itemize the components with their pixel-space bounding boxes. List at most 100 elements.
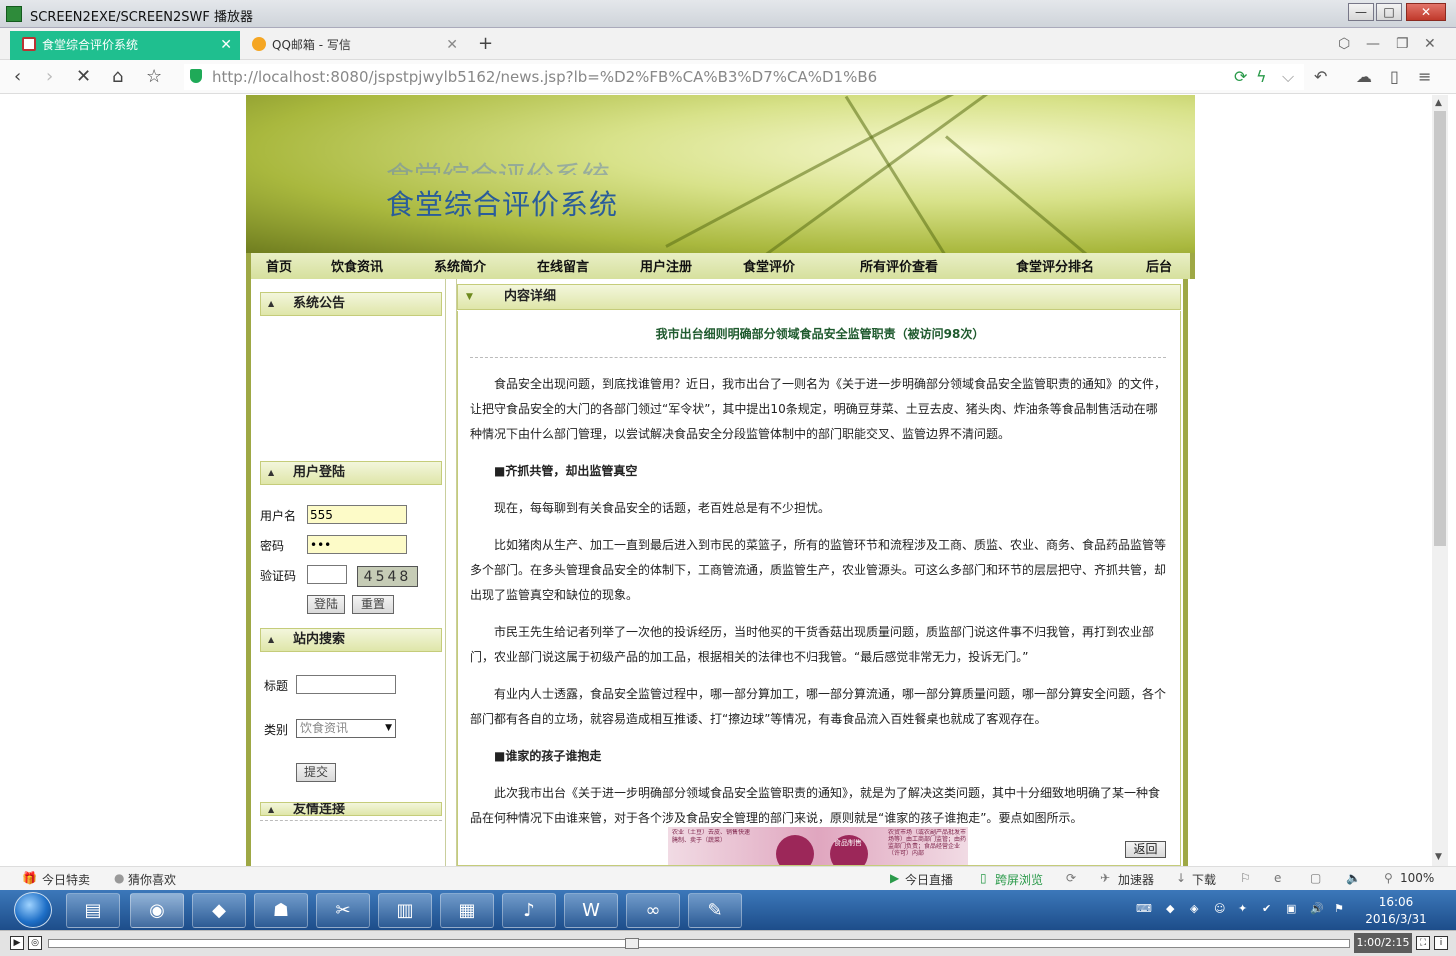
minimize-button[interactable]: — [1348, 3, 1374, 21]
menu-canteen-review[interactable]: 食堂评价 [743, 256, 795, 275]
tab-close-icon[interactable]: ✕ [446, 31, 458, 59]
skin-icon[interactable]: ⬡ [1338, 36, 1350, 52]
action-center-flag-icon[interactable]: ⚑ [1334, 902, 1344, 915]
menu-ranking[interactable]: 食堂评分排名 [1016, 256, 1094, 275]
status-live[interactable]: 今日直播 [905, 871, 953, 888]
search-title-input[interactable] [296, 675, 396, 694]
url-dropdown-icon[interactable]: ⌵ [1282, 67, 1294, 87]
taskbar-explorer-icon[interactable]: ▤ [66, 893, 120, 928]
taskbar-toolbox-icon[interactable]: ▥ [378, 893, 432, 928]
phone-icon[interactable]: ▯ [1390, 67, 1399, 86]
start-button[interactable] [14, 892, 52, 928]
tray-shield-icon[interactable]: ◈ [1190, 902, 1198, 915]
figure-label: 农业（土豆）去皮、销售快速腌制、卖于（蔬菜） [672, 829, 751, 844]
taskbar-server-icon[interactable]: ▦ [440, 893, 494, 928]
captcha-image[interactable]: 4548 [357, 566, 418, 587]
tab-label: QQ邮箱 - 写信 [272, 38, 351, 52]
browser-close-icon[interactable]: ✕ [1424, 36, 1436, 52]
windows-taskbar: ▤ ◉ ◆ ☗ ✂ ▥ ▦ ♪ W ∞ ✎ ⌨ ◆ ◈ ☺ ✦ ✔ ▣ 🔊 ⚑ … [0, 890, 1456, 930]
taskbar-browser-icon[interactable]: ◉ [130, 893, 184, 928]
menu-home[interactable]: 首页 [266, 256, 292, 275]
taskbar-notepad-icon[interactable]: ✎ [688, 893, 742, 928]
browser-status-bar: 🎁 今日特卖 ● 猜你喜欢 ▶ 今日直播 ▯ 跨屏浏览 ⟳ ✈ 加速器 ↓ 下载… [0, 866, 1456, 890]
status-accelerator[interactable]: 加速器 [1118, 871, 1154, 888]
info-icon[interactable]: i [1434, 936, 1448, 950]
password-input[interactable] [307, 535, 407, 554]
volume-icon[interactable]: 🔊 [1310, 902, 1324, 915]
status-today-deals[interactable]: 今日特卖 [42, 871, 90, 888]
login-button[interactable]: 登陆 [307, 595, 345, 614]
lightning-icon[interactable]: ϟ [1256, 67, 1267, 86]
playback-progress-track[interactable] [48, 938, 1350, 949]
captcha-input[interactable] [307, 565, 347, 584]
menu-register[interactable]: 用户注册 [640, 256, 692, 275]
playback-slider-handle[interactable] [625, 938, 639, 949]
taskbar-box-icon[interactable]: ◆ [192, 893, 246, 928]
refresh-icon[interactable]: ⟳ [1234, 67, 1247, 86]
links-heading-text: 友情连接 [293, 802, 346, 816]
login-heading-text: 用户登陆 [293, 465, 346, 480]
window-icon[interactable]: ▢ [1310, 871, 1321, 885]
maximize-button[interactable]: □ [1376, 3, 1402, 21]
site-main-menu: 首页 饮食资讯 系统简介 在线留言 用户注册 食堂评价 所有评价查看 食堂评分排… [246, 253, 1195, 279]
menu-food-news[interactable]: 饮食资讯 [331, 256, 383, 275]
stop-loading-icon[interactable]: ✕ [76, 66, 91, 87]
taskbar-word-icon[interactable]: W [564, 893, 618, 928]
browser-minimize-icon[interactable]: — [1366, 36, 1380, 52]
status-cross-screen[interactable]: 跨屏浏览 [995, 871, 1043, 888]
forward-arrow-icon[interactable]: › [46, 66, 53, 87]
address-bar[interactable] [184, 64, 1304, 90]
scroll-down-icon[interactable]: ▼ [1435, 852, 1442, 862]
browser-restore-icon[interactable]: ❐ [1396, 36, 1409, 52]
speaker-icon[interactable]: 🔈 [1346, 871, 1361, 885]
qq-icon[interactable]: ✦ [1238, 902, 1247, 915]
taskbar-screen-recorder-icon[interactable]: ∞ [626, 893, 680, 928]
page-scrollbar[interactable]: ▲ ▼ [1432, 95, 1448, 866]
cloud-icon[interactable]: ☁ [1356, 67, 1372, 86]
system-clock[interactable]: 16:06 2016/3/31 [1364, 894, 1428, 928]
ie-icon[interactable]: e [1274, 871, 1281, 885]
menu-all-reviews[interactable]: 所有评价查看 [860, 256, 938, 275]
browser-nav-bar: ‹ › ✕ ⌂ ☆ ⟳ ϟ ⌵ ↶ ☁ ▯ ≡ [0, 60, 1456, 94]
status-guess-you-like[interactable]: 猜你喜欢 [128, 871, 176, 888]
menu-icon[interactable]: ≡ [1418, 67, 1431, 86]
network-icon[interactable]: ▣ [1286, 902, 1296, 915]
status-download[interactable]: 下载 [1192, 871, 1216, 888]
flag-icon[interactable]: ⚐ [1240, 871, 1251, 885]
refresh-icon[interactable]: ⟳ [1066, 871, 1076, 885]
menu-admin[interactable]: 后台 [1146, 256, 1172, 275]
password-label: 密码 [260, 539, 285, 553]
username-input[interactable] [307, 505, 407, 524]
clock-date: 2016/3/31 [1365, 912, 1427, 926]
scroll-up-icon[interactable]: ▲ [1435, 98, 1442, 108]
category-select[interactable]: 饮食资讯 ▼ [296, 719, 396, 738]
menu-system-intro[interactable]: 系统简介 [434, 256, 486, 275]
menu-online-message[interactable]: 在线留言 [537, 256, 589, 275]
status-zoom[interactable]: 100% [1400, 871, 1434, 885]
article-text: 食品安全出现问题，到底找谁管用？近日，我市出台了一则名为《关于进一步明确部分领域… [470, 360, 1168, 831]
scrollbar-thumb[interactable] [1434, 111, 1446, 546]
options-icon[interactable]: ◎ [28, 936, 42, 950]
tray-user-icon[interactable]: ☺ [1214, 902, 1225, 915]
reset-button[interactable]: 重置 [352, 595, 394, 614]
back-arrow-icon[interactable]: ‹ [14, 66, 21, 87]
tray-app-icon[interactable]: ◆ [1166, 902, 1174, 915]
fullscreen-icon[interactable]: ⛶ [1416, 936, 1430, 950]
taskbar-tools-icon[interactable]: ✂ [316, 893, 370, 928]
url-input[interactable] [212, 66, 1212, 88]
bookmark-star-icon[interactable]: ☆ [146, 66, 162, 87]
tab-qq-mail[interactable]: QQ邮箱 - 写信 ✕ [240, 31, 466, 60]
tray-security-icon[interactable]: ✔ [1262, 902, 1271, 915]
tab-canteen-system[interactable]: 食堂综合评价系统 ✕ [10, 31, 240, 60]
close-button[interactable]: ✕ [1406, 3, 1446, 21]
taskbar-game-icon[interactable]: ☗ [254, 893, 308, 928]
search-submit-button[interactable]: 提交 [296, 763, 336, 782]
back-button[interactable]: 返回 [1125, 841, 1166, 858]
keyboard-icon[interactable]: ⌨ [1136, 902, 1152, 915]
tab-close-icon[interactable]: ✕ [220, 31, 232, 59]
taskbar-music-icon[interactable]: ♪ [502, 893, 556, 928]
home-icon[interactable]: ⌂ [112, 66, 123, 87]
undo-icon[interactable]: ↶ [1314, 67, 1327, 86]
new-tab-plus-icon[interactable]: + [478, 33, 493, 54]
play-icon[interactable]: ▶ [10, 936, 24, 950]
